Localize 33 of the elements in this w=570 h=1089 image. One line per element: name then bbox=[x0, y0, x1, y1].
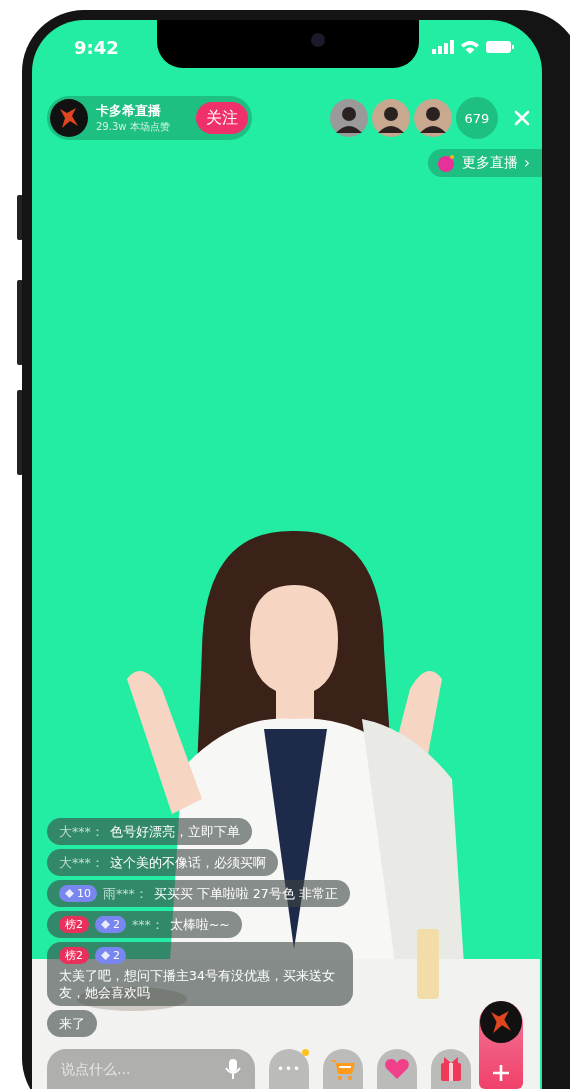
rank-badge: 榜2 bbox=[59, 916, 89, 933]
likes-count: 29.3w 本场点赞 bbox=[96, 120, 171, 134]
plus-icon[interactable] bbox=[491, 1063, 511, 1083]
cart-icon[interactable] bbox=[330, 1058, 356, 1080]
microphone-icon[interactable] bbox=[225, 1058, 241, 1080]
chat-username: 大***： bbox=[59, 823, 104, 840]
viewer-count[interactable]: 679 bbox=[456, 97, 498, 139]
host-name: 卡多希直播 bbox=[96, 102, 162, 120]
viewer-avatar-icon[interactable] bbox=[330, 99, 368, 137]
planet-icon bbox=[436, 153, 456, 173]
status-time: 9:42 bbox=[74, 36, 119, 58]
chat-text: 色号好漂亮，立即下单 bbox=[109, 823, 240, 840]
heart-icon[interactable] bbox=[384, 1058, 410, 1080]
fan-level-badge: 2 bbox=[95, 916, 126, 933]
fan-level-badge: 2 bbox=[95, 947, 126, 964]
chat-username: 雨***： bbox=[103, 885, 148, 902]
more-button[interactable]: ••• bbox=[269, 1049, 309, 1089]
more-live-button[interactable]: 更多直播 › bbox=[428, 149, 542, 177]
viewer-avatar-icon[interactable] bbox=[414, 99, 452, 137]
gift-icon[interactable] bbox=[440, 1057, 462, 1081]
chat-username: 大***： bbox=[59, 854, 104, 871]
rank-badge: 榜2 bbox=[59, 947, 89, 964]
follow-button[interactable]: 关注 bbox=[196, 102, 248, 134]
chat-username: ***： bbox=[132, 916, 164, 933]
viewer-avatar-icon[interactable] bbox=[372, 99, 410, 137]
signal-icon bbox=[432, 40, 454, 54]
chat-text: 太美了吧，想问下播主34号有没优惠，买来送女友，她会喜欢吗 bbox=[59, 967, 336, 1001]
battery-icon bbox=[486, 40, 514, 54]
fan-level-badge: 10 bbox=[59, 885, 97, 902]
chat-text: 来了 bbox=[59, 1015, 85, 1032]
host-logo-icon[interactable] bbox=[480, 1001, 522, 1043]
wifi-icon bbox=[460, 40, 480, 54]
host-logo-icon[interactable] bbox=[50, 99, 88, 137]
